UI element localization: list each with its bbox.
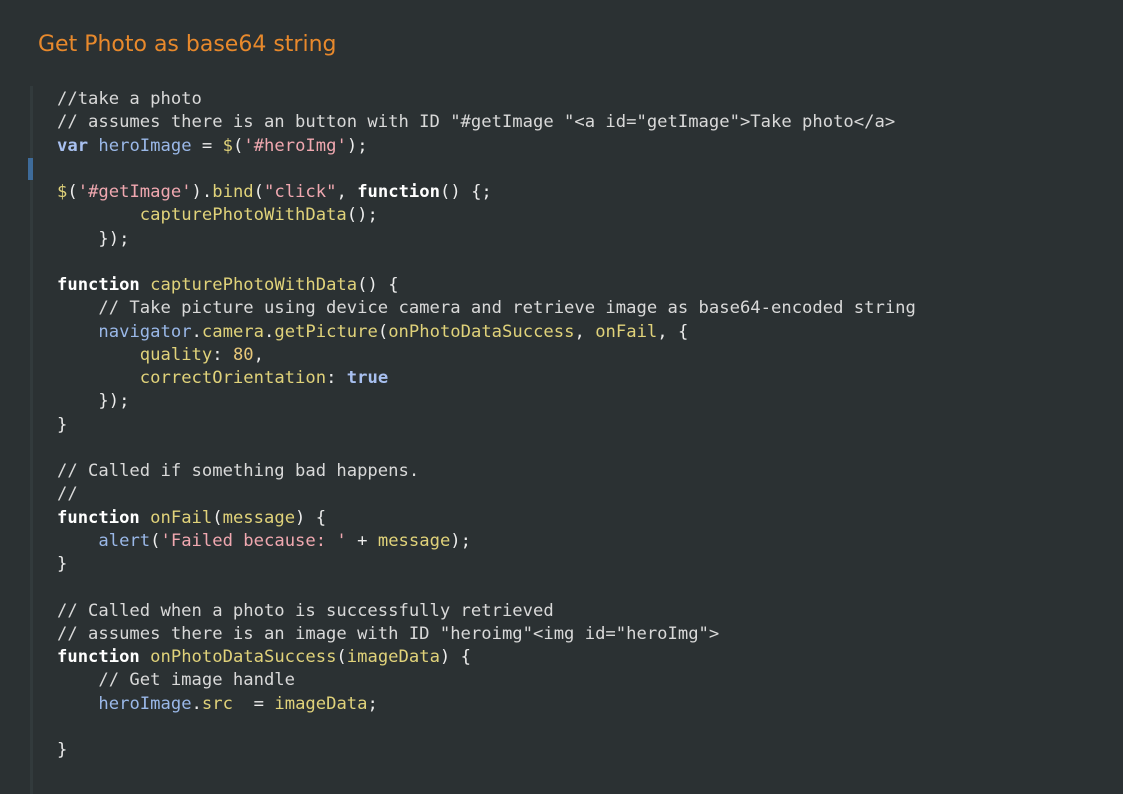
code-line: // [57, 484, 78, 505]
page-title: Get Photo as base64 string [38, 32, 337, 57]
cursor-marker [28, 158, 33, 180]
code-editor[interactable]: //take a photo // assumes there is an but… [28, 86, 1123, 794]
code-line: } [57, 740, 68, 760]
code-line: // assumes there is an image with ID "he… [57, 623, 720, 644]
code-line: function onFail(message) { [57, 507, 327, 528]
code-line: // Called if something bad happens. [57, 461, 420, 481]
code-line: var heroImage = $('#heroImg'); [57, 135, 368, 156]
code-line: navigator.camera.getPicture(onPhotoDataS… [98, 321, 689, 342]
code-line: } [57, 554, 68, 574]
code-line: quality: 80, [139, 344, 265, 365]
code-line: // assumes there is an button with ID "#… [57, 112, 896, 133]
code-line: correctOrientation: true [139, 368, 389, 388]
code-line: alert('Failed because: ' + message); [98, 530, 472, 551]
code-line: }); [98, 391, 130, 412]
code-line: // Take picture using device camera and … [57, 298, 916, 319]
code-line: }); [98, 228, 130, 249]
code-line: //take a photo [57, 89, 202, 109]
code-line: // Get image handle [57, 670, 295, 691]
code-line: // Called when a photo is successfully r… [57, 600, 554, 621]
code-block[interactable]: //take a photo // assumes there is an but… [57, 88, 916, 762]
code-line: capturePhotoWithData(); [139, 205, 378, 226]
code-line: } [57, 414, 68, 435]
gutter-line [30, 86, 33, 794]
code-line: $('#getImage').bind("click", function() … [57, 182, 492, 202]
code-line: function capturePhotoWithData() { [57, 275, 399, 295]
code-line: function onPhotoDataSuccess(imageData) { [57, 647, 471, 667]
code-line: heroImage.src = imageData; [98, 693, 378, 714]
